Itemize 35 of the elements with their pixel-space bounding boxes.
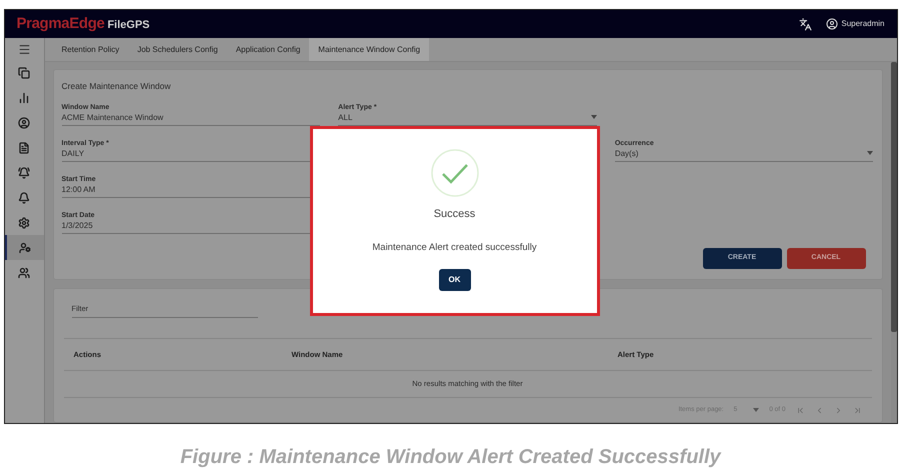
tab[interactable]: Maintenance Window Config bbox=[309, 38, 430, 61]
form-title: Create Maintenance Window bbox=[62, 80, 172, 93]
brand-logo-text: PragmaEdge bbox=[16, 14, 104, 34]
user-circle-icon bbox=[18, 116, 30, 128]
menu-icon bbox=[18, 42, 30, 56]
field-value: DAILY bbox=[62, 148, 84, 159]
sidebar-item[interactable] bbox=[4, 235, 44, 260]
bell-alert-icon bbox=[18, 166, 30, 178]
dropdown-caret-icon bbox=[753, 408, 760, 412]
dialog-message: Maintenance Alert created successfully bbox=[372, 240, 537, 254]
users-icon bbox=[18, 266, 30, 278]
tab[interactable]: Application Config bbox=[226, 38, 310, 61]
bar-chart-icon bbox=[18, 92, 30, 104]
field-value: 1/3/2025 bbox=[62, 220, 93, 231]
field-value: 12:00 AM bbox=[62, 184, 96, 195]
account-icon bbox=[826, 18, 838, 30]
product-name: FileGPS bbox=[107, 18, 150, 33]
field-value: ACME Maintenance Window bbox=[62, 112, 164, 123]
user-gear-icon bbox=[19, 242, 31, 254]
settings-icon bbox=[18, 216, 30, 228]
figure-caption: Figure : Maintenance Window Alert Created Successfully bbox=[180, 445, 721, 470]
copy-icon bbox=[18, 66, 30, 78]
field-value: ALL bbox=[338, 112, 352, 123]
bell-icon bbox=[18, 192, 30, 204]
dropdown-caret-icon bbox=[867, 151, 874, 156]
ok-button[interactable]: OK bbox=[438, 268, 470, 291]
dialog-title: Success bbox=[434, 207, 476, 222]
user-menu-button[interactable]: Superadmin bbox=[826, 18, 884, 30]
field-value: Day(s) bbox=[614, 148, 638, 159]
tab[interactable]: Job Schedulers Config bbox=[128, 38, 227, 61]
dropdown-caret-icon bbox=[590, 115, 597, 120]
translate-icon[interactable] bbox=[799, 18, 812, 30]
checkmark-icon bbox=[430, 149, 478, 197]
document-icon bbox=[18, 142, 30, 154]
tab[interactable]: Retention Policy bbox=[52, 38, 128, 61]
